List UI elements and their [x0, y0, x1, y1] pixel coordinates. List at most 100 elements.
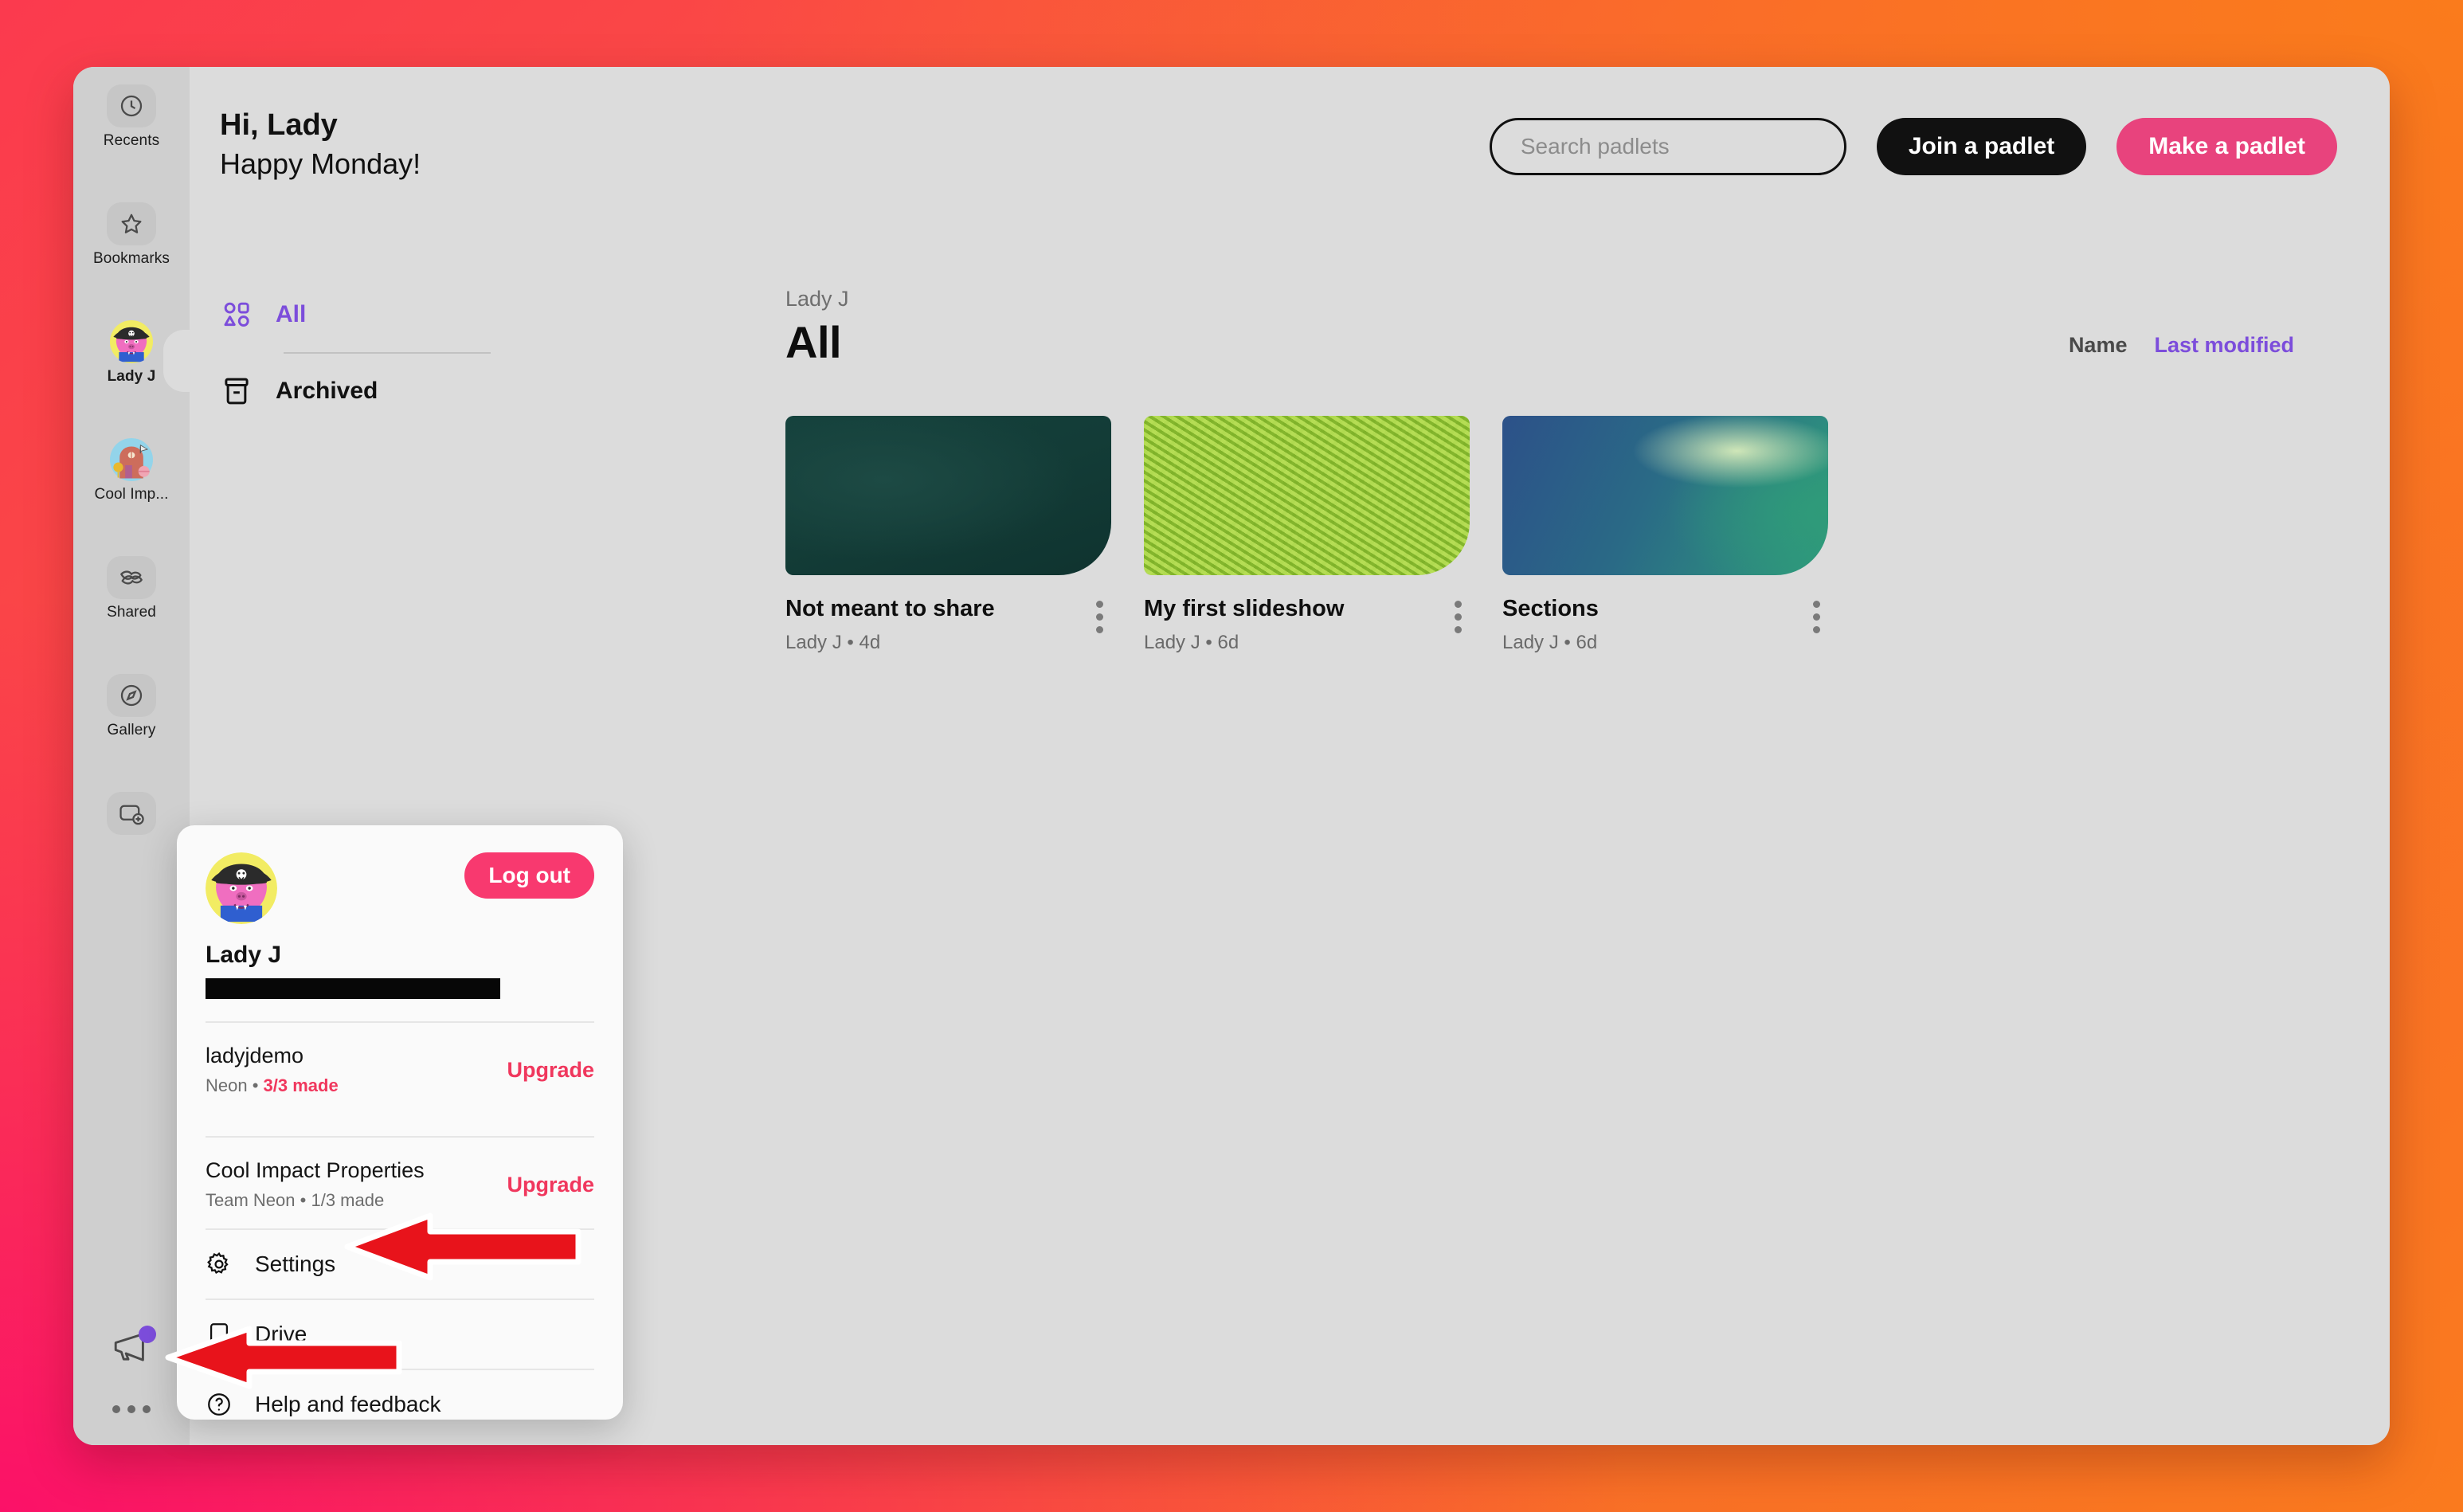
account-plan-line: Team Neon • 1/3 made [206, 1190, 425, 1211]
padlet-card-footer: Not meant to share Lady J • 4d [785, 596, 1111, 654]
padlet-thumbnail[interactable] [1502, 416, 1828, 575]
menu-item-drive[interactable]: Drive [206, 1299, 594, 1369]
padlet-owner: Lady J [785, 632, 842, 653]
padlet-owner: Lady J [1144, 632, 1200, 653]
padlet-card-menu-button[interactable] [1805, 596, 1828, 638]
dot [1813, 601, 1820, 608]
dot [1096, 601, 1103, 608]
sidebar-item-lady-j[interactable]: Lady J [73, 320, 190, 409]
make-a-padlet-button[interactable]: Make a padlet [2116, 118, 2337, 175]
padlet-meta: Lady J • 4d [785, 632, 995, 654]
top-bar: Hi, Lady Happy Monday! Join a padlet Mak… [190, 67, 2390, 184]
filter-divider [284, 352, 491, 354]
padlet-grid: Not meant to share Lady J • 4d My first … [785, 416, 2355, 654]
padlet-title: My first slideshow [1144, 596, 1345, 621]
padlet-meta: Lady J • 6d [1144, 632, 1344, 654]
clock-icon [107, 84, 156, 127]
padlet-meta: Lady J • 6d [1502, 632, 1599, 654]
padlet-card-menu-button[interactable] [1447, 596, 1470, 638]
upgrade-link[interactable]: Upgrade [507, 1173, 594, 1197]
filter-item-archived[interactable]: Archived [220, 368, 491, 414]
sidebar-item-shared[interactable]: Shared [73, 556, 190, 645]
dot [1455, 601, 1462, 608]
upgrade-link[interactable]: Upgrade [507, 1058, 594, 1083]
menu-item-label: Help and feedback [255, 1392, 441, 1416]
sort-by-last-modified[interactable]: Last modified [2154, 333, 2294, 358]
drive-tablet-icon [206, 1321, 233, 1348]
meta-separator: • [847, 632, 854, 653]
add-padlet-button[interactable] [73, 792, 190, 881]
sidebar-item-recents[interactable]: Recents [73, 84, 190, 174]
padlet-card-footer: Sections Lady J • 6d [1502, 596, 1828, 654]
dot [1096, 613, 1103, 621]
avatar-pirate-pig-icon [107, 320, 156, 363]
filter-list: All Archived [220, 292, 491, 414]
account-name: ladyjdemo [206, 1044, 304, 1067]
sidebar-item-label: Shared [107, 604, 156, 621]
log-out-button[interactable]: Log out [464, 852, 594, 899]
search-input[interactable] [1489, 118, 1846, 175]
sidebar-item-label: Cool Imp... [94, 486, 169, 503]
gear-icon [206, 1251, 233, 1278]
account-plan-line: Neon • 3/3 made [206, 1075, 339, 1096]
sort-by-name[interactable]: Name [2069, 333, 2128, 358]
star-icon [107, 202, 156, 245]
question-circle-icon [206, 1391, 233, 1418]
sidebar-item-gallery[interactable]: Gallery [73, 674, 190, 763]
join-a-padlet-button[interactable]: Join a padlet [1876, 118, 2087, 175]
padlet-modified: 6d [1217, 632, 1239, 653]
padlet-modified: 6d [1576, 632, 1598, 653]
padlet-card-footer: My first slideshow Lady J • 6d [1144, 596, 1470, 654]
dot [127, 1405, 135, 1413]
padlet-modified: 4d [859, 632, 881, 653]
account-row-cool-impact-properties[interactable]: Cool Impact Properties Team Neon • 1/3 m… [206, 1136, 594, 1228]
account-plan: Team Neon [206, 1190, 296, 1210]
menu-item-label: Drive [255, 1322, 307, 1346]
dot [1096, 626, 1103, 633]
redacted-email-bar [206, 978, 500, 999]
dot [1813, 613, 1820, 621]
padlet-owner: Lady J [1502, 632, 1559, 653]
popover-header: Log out [206, 852, 594, 924]
sidebar-item-label: Gallery [107, 722, 156, 738]
announcements-button[interactable] [110, 1326, 156, 1364]
plan-separator: • [252, 1075, 259, 1095]
menu-item-help-and-feedback[interactable]: Help and feedback [206, 1369, 594, 1439]
dot [143, 1405, 151, 1413]
archive-box-icon [220, 374, 253, 408]
padlet-thumbnail[interactable] [785, 416, 1111, 575]
padlet-thumbnail[interactable] [1144, 416, 1470, 575]
compass-icon [107, 674, 156, 717]
announcements-badge [139, 1326, 156, 1343]
padlet-card[interactable]: Sections Lady J • 6d [1502, 416, 1828, 654]
meta-separator: • [1564, 632, 1571, 653]
dot [1455, 613, 1462, 621]
account-row-ladyjdemo[interactable]: ladyjdemo Neon • 3/3 made Upgrade [206, 1021, 594, 1114]
filter-label: Archived [276, 378, 378, 404]
account-quota: 3/3 made [263, 1075, 339, 1095]
sidebar-bottom-group [73, 1326, 190, 1413]
meta-separator: • [1205, 632, 1212, 653]
add-padlet-icon [107, 792, 156, 835]
more-options-button[interactable] [112, 1405, 151, 1413]
breadcrumb: Lady J [785, 287, 849, 311]
padlet-card[interactable]: My first slideshow Lady J • 6d [1144, 416, 1470, 654]
sidebar-item-cool-impact[interactable]: Cool Imp... [73, 438, 190, 527]
dot [112, 1405, 120, 1413]
avatar-pirate-pig-icon [206, 852, 277, 924]
padlet-card-menu-button[interactable] [1088, 596, 1111, 638]
sidebar-item-bookmarks[interactable]: Bookmarks [73, 202, 190, 292]
greeting-block: Hi, Lady Happy Monday! [220, 105, 421, 184]
dot [1455, 626, 1462, 633]
padlet-card[interactable]: Not meant to share Lady J • 4d [785, 416, 1111, 654]
account-quota: 1/3 made [311, 1190, 385, 1210]
menu-item-settings[interactable]: Settings [206, 1228, 594, 1299]
top-actions: Join a padlet Make a padlet [1489, 105, 2337, 175]
filter-item-all[interactable]: All [220, 292, 491, 338]
padlet-title: Not meant to share [785, 596, 995, 621]
shapes-grid-icon [220, 298, 253, 331]
filter-label: All [276, 301, 307, 327]
padlet-title: Sections [1502, 596, 1599, 621]
account-popover: Log out Lady J ladyjdemo Neon • 3/3 made… [177, 825, 623, 1420]
main-panel: Lady J All Name Last modified Not meant … [785, 287, 2355, 1445]
